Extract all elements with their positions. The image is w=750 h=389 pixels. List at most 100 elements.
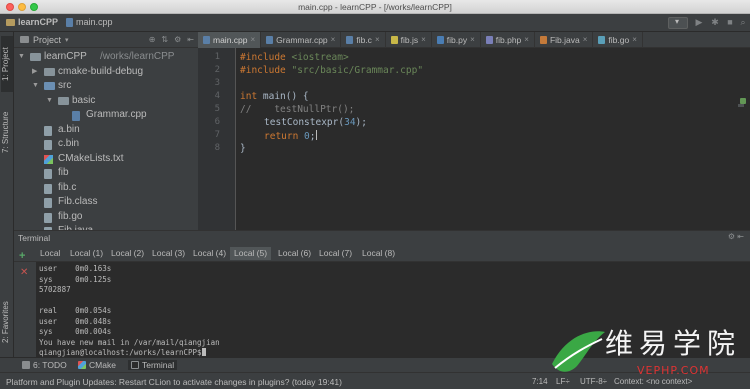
tree-item[interactable]: fib bbox=[14, 166, 198, 181]
terminal-cursor bbox=[201, 348, 206, 356]
file-icon bbox=[44, 125, 52, 136]
line-separator[interactable]: LF÷ bbox=[556, 377, 570, 386]
context-indicator[interactable]: Context: <no context> bbox=[614, 377, 692, 386]
folder-icon bbox=[30, 53, 41, 61]
terminal-session-tab[interactable]: Local (1) bbox=[66, 247, 107, 260]
tree-item[interactable]: ▼ basic bbox=[14, 94, 198, 109]
close-tab-icon[interactable]: × bbox=[375, 32, 380, 48]
editor-tab[interactable]: Grammar.cpp × bbox=[261, 32, 342, 48]
file-encoding[interactable]: UTF-8÷ bbox=[580, 377, 607, 386]
code-line-8: } bbox=[240, 143, 246, 154]
tab-structure[interactable]: 7: Structure bbox=[1, 104, 13, 160]
file-type-icon bbox=[346, 36, 354, 44]
run-icon[interactable]: ▶ bbox=[694, 17, 704, 27]
breadcrumb-file[interactable]: main.cpp bbox=[66, 17, 113, 27]
code-line-6: testConstexpr(34); bbox=[264, 117, 367, 128]
editor-tab[interactable]: fib.php × bbox=[481, 32, 535, 48]
tree-item-label: cmake-build-debug bbox=[58, 65, 144, 77]
tree-item[interactable]: Fib.class bbox=[14, 195, 198, 210]
project-panel-title[interactable]: Project bbox=[33, 35, 61, 45]
editor-tab[interactable]: fib.c × bbox=[341, 32, 386, 48]
terminal-prompt-line[interactable]: qiangjian@localhost:/works/learnCPP$ bbox=[39, 348, 206, 357]
caret-position[interactable]: 7:14 bbox=[532, 377, 548, 386]
close-tab-icon[interactable]: × bbox=[583, 32, 588, 48]
breadcrumb-project[interactable]: learnCPP bbox=[6, 17, 58, 27]
close-tab-icon[interactable]: × bbox=[421, 32, 426, 48]
terminal-session-tab[interactable]: Local (6) bbox=[274, 247, 315, 260]
editor-tab[interactable]: fib.js × bbox=[386, 32, 432, 48]
cpp-file-icon bbox=[72, 111, 80, 121]
file-icon bbox=[44, 169, 52, 179]
terminal-session-tab[interactable]: Local (4) bbox=[189, 247, 230, 260]
tool-todo[interactable]: 6: TODO bbox=[22, 360, 67, 370]
debug-icon[interactable]: ✱ bbox=[710, 17, 720, 27]
tree-item[interactable]: CMakeLists.txt bbox=[14, 152, 198, 167]
terminal-session-tab[interactable]: Local (8) bbox=[358, 247, 399, 260]
file-type-icon bbox=[485, 36, 493, 44]
collapse-all-icon[interactable]: ⇅ bbox=[161, 35, 168, 44]
tab-project[interactable]: 1: Project bbox=[1, 36, 13, 92]
terminal-side-toolbar: + ✕ bbox=[14, 250, 36, 358]
tree-item-label: learnCPP bbox=[44, 51, 87, 62]
hide-panel-icon[interactable]: ⇤ bbox=[187, 35, 194, 44]
editor-tab[interactable]: fib.go × bbox=[593, 32, 643, 48]
code-editor[interactable]: #include <iostream> #include "src/basic/… bbox=[240, 48, 750, 230]
close-tab-icon[interactable]: × bbox=[632, 32, 637, 48]
file-type-icon bbox=[539, 36, 547, 44]
search-everywhere-icon[interactable]: ⌕ bbox=[738, 17, 748, 27]
editor-tab[interactable]: fib.py × bbox=[432, 32, 481, 48]
chevron-down-icon[interactable]: ▼ bbox=[18, 50, 25, 65]
line-number: 3 bbox=[214, 78, 220, 88]
new-session-icon[interactable]: + bbox=[19, 250, 25, 262]
close-tab-icon[interactable]: × bbox=[524, 32, 529, 48]
terminal-header: Terminal ⚙ ⇤ bbox=[14, 231, 750, 245]
tree-item[interactable]: Grammar.cpp bbox=[14, 108, 198, 123]
window-title: main.cpp - learnCPP - [/works/learnCPP] bbox=[298, 2, 452, 12]
tree-item[interactable]: a.bin bbox=[14, 123, 198, 138]
run-config-dropdown[interactable]: ▾ bbox=[668, 17, 688, 29]
chevron-down-icon[interactable]: ▾ bbox=[65, 36, 69, 44]
tree-item[interactable]: ▼ learnCPP/works/learnCPP bbox=[14, 50, 198, 65]
scroll-from-source-icon[interactable]: ⊕ bbox=[149, 35, 156, 44]
chevron-right-icon[interactable]: ▶ bbox=[32, 65, 37, 80]
editor-tab[interactable]: Fib.java × bbox=[535, 32, 594, 48]
terminal-session-tab[interactable]: Local (2) bbox=[107, 247, 148, 260]
editor-tab[interactable]: main.cpp × bbox=[198, 32, 262, 48]
close-session-icon[interactable]: ✕ bbox=[20, 267, 28, 278]
tool-cmake[interactable]: CMake bbox=[78, 360, 116, 370]
terminal-session-tab[interactable]: Local (5) bbox=[230, 247, 272, 260]
folder-icon bbox=[58, 96, 69, 105]
tree-item[interactable]: ▶ cmake-build-debug bbox=[14, 65, 198, 80]
tool-window-bar: 6: TODO CMake Terminal bbox=[0, 357, 750, 372]
tree-item-label: src bbox=[58, 80, 72, 91]
terminal-settings-icon[interactable]: ⚙ ⇤ bbox=[728, 232, 744, 241]
chevron-down-icon[interactable]: ▼ bbox=[46, 94, 53, 109]
file-type-icon bbox=[266, 36, 274, 44]
tree-item[interactable]: fib.c bbox=[14, 181, 198, 196]
close-tab-icon[interactable]: × bbox=[331, 32, 336, 48]
close-tab-icon[interactable]: × bbox=[470, 32, 475, 48]
terminal-line: You have new mail in /var/mail/qiangjian bbox=[39, 337, 220, 347]
title-bar: main.cpp - learnCPP - [/works/learnCPP] bbox=[0, 0, 750, 14]
chevron-down-icon[interactable]: ▼ bbox=[32, 79, 39, 94]
stop-icon[interactable]: ■ bbox=[725, 17, 735, 27]
tree-item-label: fib bbox=[58, 167, 69, 178]
tree-item[interactable]: ▼ src bbox=[14, 79, 198, 94]
tree-item[interactable]: fib.go bbox=[14, 210, 198, 225]
tree-item-label: Fib.class bbox=[58, 196, 98, 207]
terminal-session-tab[interactable]: Local (7) bbox=[315, 247, 356, 260]
tree-item-label: Grammar.cpp bbox=[86, 109, 147, 120]
tab-favorites[interactable]: 2: Favorites bbox=[1, 294, 13, 350]
terminal-line: user 0m0.163s bbox=[39, 264, 112, 273]
status-message[interactable]: Platform and Plugin Updates: Restart CLi… bbox=[6, 377, 342, 387]
line-number: 8 bbox=[214, 143, 220, 153]
terminal-session-tab[interactable]: Local (3) bbox=[148, 247, 189, 260]
close-tab-icon[interactable]: × bbox=[251, 32, 256, 48]
settings-icon[interactable]: ⚙ bbox=[174, 35, 181, 44]
tool-terminal[interactable]: Terminal bbox=[128, 360, 178, 370]
tree-item[interactable]: c.bin bbox=[14, 137, 198, 152]
line-number: 5 bbox=[214, 104, 220, 114]
ide-window: main.cpp - learnCPP - [/works/learnCPP] … bbox=[0, 0, 750, 389]
terminal-session-tab[interactable]: Local bbox=[36, 247, 64, 260]
cpp-file-icon bbox=[66, 17, 73, 27]
